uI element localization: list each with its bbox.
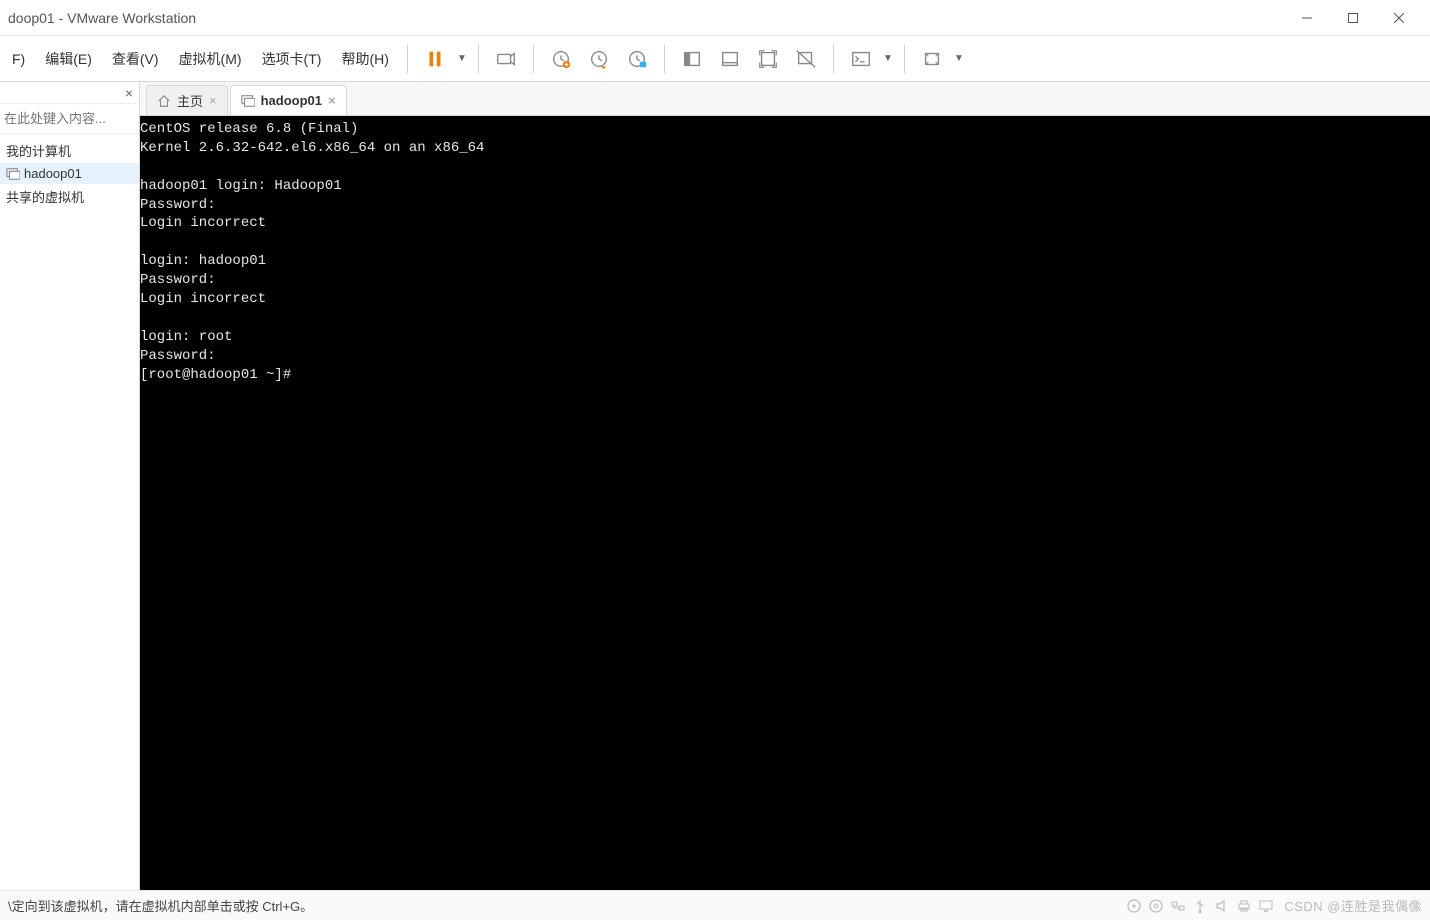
tab-label: hadoop01 [261, 93, 322, 108]
minimize-button[interactable] [1284, 2, 1330, 34]
panel-single-icon [681, 48, 703, 70]
tree-item-label: hadoop01 [24, 166, 82, 181]
status-tray [1126, 898, 1274, 914]
tab-hadoop01[interactable]: hadoop01 × [230, 85, 347, 115]
clock-revert-icon [588, 48, 610, 70]
close-icon [1394, 13, 1404, 23]
separator [833, 45, 834, 73]
vm-icon [6, 167, 20, 181]
vm-tree: 我的计算机 hadoop01 共享的虚拟机 [0, 134, 139, 213]
unity-button[interactable] [789, 42, 823, 76]
menu-help[interactable]: 帮助(H) [331, 43, 398, 75]
separator [664, 45, 665, 73]
statusbar: \定向到该虚拟机，请在虚拟机内部单击或按 Ctrl+G。 CSDN @连胜是我偶… [0, 890, 1430, 920]
network-icon[interactable] [1170, 898, 1186, 914]
sidebar-search[interactable]: ▼ [0, 104, 139, 134]
maximize-icon [1348, 13, 1358, 23]
menu-edit[interactable]: 编辑(E) [35, 43, 102, 75]
clock-snapshot-icon [550, 48, 572, 70]
separator [533, 45, 534, 73]
stretch-button[interactable] [915, 42, 949, 76]
tree-item-label: 我的计算机 [6, 141, 71, 160]
menu-tabs[interactable]: 选项卡(T) [252, 43, 332, 75]
tree-item-hadoop01[interactable]: hadoop01 [0, 163, 139, 184]
tab-close-button[interactable]: × [209, 93, 217, 108]
view-multi-button[interactable] [713, 42, 747, 76]
home-icon [157, 94, 171, 108]
tab-label: 主页 [177, 91, 203, 110]
unity-icon [795, 48, 817, 70]
snapshot-revert-button[interactable] [582, 42, 616, 76]
stretch-dropdown[interactable]: ▼ [951, 53, 967, 64]
pause-icon [424, 48, 446, 70]
disk-icon[interactable] [1126, 898, 1142, 914]
close-button[interactable] [1376, 2, 1422, 34]
console-dropdown[interactable]: ▼ [880, 53, 896, 64]
keyboard-send-icon [495, 48, 517, 70]
view-single-button[interactable] [675, 42, 709, 76]
cd-icon[interactable] [1148, 898, 1164, 914]
tree-item-label: 共享的虚拟机 [6, 187, 84, 206]
menu-file[interactable]: F) [2, 45, 35, 73]
stretch-icon [921, 48, 943, 70]
tab-close-button[interactable]: × [328, 93, 336, 108]
tree-item-shared[interactable]: 共享的虚拟机 [0, 184, 139, 209]
fullscreen-button[interactable] [751, 42, 785, 76]
console-icon [850, 48, 872, 70]
maximize-button[interactable] [1330, 2, 1376, 34]
fullscreen-icon [757, 48, 779, 70]
tree-item-mycomputer[interactable]: 我的计算机 [0, 138, 139, 163]
tab-row: 主页 × hadoop01 × [140, 82, 1430, 116]
watermark-label: CSDN @连胜是我偶像 [1284, 896, 1422, 915]
separator [904, 45, 905, 73]
vm-icon [241, 94, 255, 108]
sidebar-close-button[interactable]: × [125, 85, 133, 101]
clock-manager-icon [626, 48, 648, 70]
power-pause-button[interactable] [418, 42, 452, 76]
power-dropdown[interactable]: ▼ [454, 53, 470, 64]
separator [407, 45, 408, 73]
status-message: \定向到该虚拟机，请在虚拟机内部单击或按 Ctrl+G。 [8, 896, 313, 915]
watermark: CSDN @连胜是我偶像 [1284, 896, 1422, 915]
menu-view[interactable]: 查看(V) [102, 43, 169, 75]
console-button[interactable] [844, 42, 878, 76]
panel-multi-icon [719, 48, 741, 70]
menubar: F) 编辑(E) 查看(V) 虚拟机(M) 选项卡(T) 帮助(H) ▼ [0, 36, 1430, 82]
tab-home[interactable]: 主页 × [146, 85, 228, 115]
usb-icon[interactable] [1192, 898, 1208, 914]
sound-icon[interactable] [1214, 898, 1230, 914]
minimize-icon [1302, 13, 1312, 23]
sidebar: × ▼ 我的计算机 hadoop01 共享的虚拟机 [0, 82, 140, 890]
snapshot-take-button[interactable] [544, 42, 578, 76]
separator [478, 45, 479, 73]
window-title: doop01 - VMware Workstation [8, 10, 196, 26]
send-ctrl-alt-del-button[interactable] [489, 42, 523, 76]
printer-icon[interactable] [1236, 898, 1252, 914]
display-icon[interactable] [1258, 898, 1274, 914]
terminal-console[interactable]: CentOS release 6.8 (Final) Kernel 2.6.32… [140, 116, 1430, 890]
titlebar: doop01 - VMware Workstation [0, 0, 1430, 36]
menu-vm[interactable]: 虚拟机(M) [169, 43, 252, 75]
snapshot-manager-button[interactable] [620, 42, 654, 76]
